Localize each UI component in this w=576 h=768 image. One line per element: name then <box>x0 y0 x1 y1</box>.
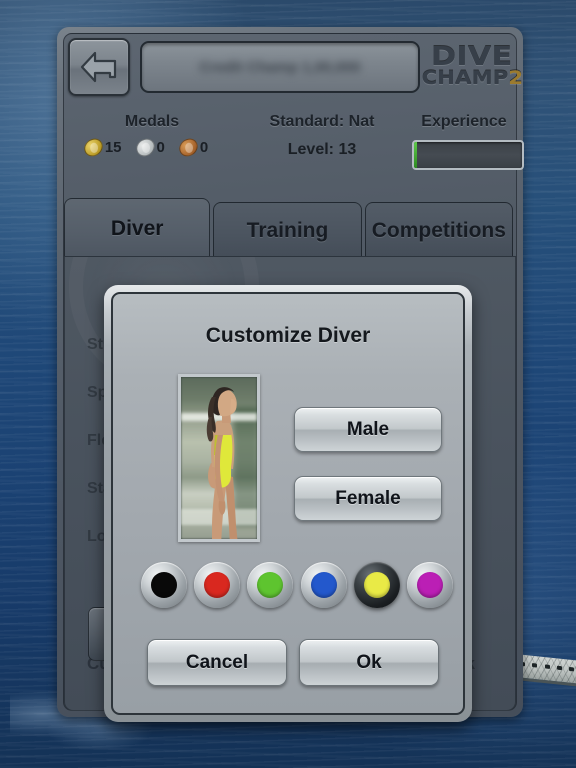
color-swatch-magenta[interactable] <box>406 562 453 608</box>
ok-button[interactable]: Ok <box>299 639 439 686</box>
color-swatch-fill <box>416 572 443 598</box>
customize-diver-dialog: Customize Diver Male Female Cancel Ok <box>104 285 472 722</box>
tab-diver[interactable]: Diver <box>64 198 211 258</box>
experience-bar <box>412 140 524 170</box>
game-screen: Credit Champ 1,00,000 DIVE CHAMP2 Medals… <box>0 0 576 768</box>
color-swatch-fill <box>151 572 177 598</box>
color-swatch-fill <box>310 572 337 598</box>
male-button[interactable]: Male <box>294 407 442 452</box>
player-name-value: Credit Champ 1,00,000 <box>199 58 361 76</box>
color-swatch-black[interactable] <box>141 562 187 608</box>
silver-medal-icon <box>134 136 156 159</box>
diver-figure-icon <box>206 387 238 539</box>
standard-label: Standard: Nat <box>269 113 375 130</box>
tab-bar: Diver Training Competitions <box>64 198 516 258</box>
gold-medal-icon <box>82 136 105 159</box>
logo-champ-text: CHAMP2 <box>421 67 523 90</box>
color-swatch-fill <box>257 572 284 598</box>
color-swatch-fill <box>363 572 390 598</box>
diver-preview <box>178 374 260 542</box>
color-swatch-row <box>141 562 453 608</box>
stats-bar: Medals 15 0 0 Standard: Nat Level: 13 Ex… <box>64 107 524 185</box>
color-swatch-green[interactable] <box>247 562 294 608</box>
medals-title: Medals <box>124 113 180 130</box>
back-arrow-icon <box>80 51 117 83</box>
color-swatch-fill <box>204 572 231 598</box>
color-swatch-yellow[interactable] <box>353 562 400 608</box>
silver-medal-count: 0 <box>156 139 165 156</box>
medals-section: Medals 15 0 0 <box>72 113 232 159</box>
level-label: Level: 13 <box>287 141 357 158</box>
cancel-button[interactable]: Cancel <box>147 639 287 686</box>
standard-section: Standard: Nat Level: 13 <box>232 113 412 159</box>
gold-medal-count: 15 <box>104 139 122 156</box>
dialog-inner: Customize Diver Male Female Cancel Ok <box>111 292 465 715</box>
female-button[interactable]: Female <box>294 476 442 521</box>
bronze-medal-icon <box>177 136 200 159</box>
tab-training[interactable]: Training <box>213 202 362 258</box>
experience-section: Experience <box>412 113 524 170</box>
color-swatch-red[interactable] <box>194 562 241 608</box>
dialog-title: Customize Diver <box>205 324 371 347</box>
bronze-medal-count: 0 <box>199 139 209 156</box>
game-logo: DIVE CHAMP2 <box>421 38 523 96</box>
medal-counts: 15 0 0 <box>72 136 232 159</box>
player-name-field[interactable]: Credit Champ 1,00,000 <box>140 41 420 93</box>
tab-competitions[interactable]: Competitions <box>364 202 513 258</box>
experience-title: Experience <box>421 113 507 130</box>
color-swatch-blue[interactable] <box>300 562 347 608</box>
back-button[interactable] <box>68 38 130 96</box>
header-bar: Credit Champ 1,00,000 DIVE CHAMP2 <box>64 33 523 101</box>
experience-bar-fill <box>414 142 418 168</box>
